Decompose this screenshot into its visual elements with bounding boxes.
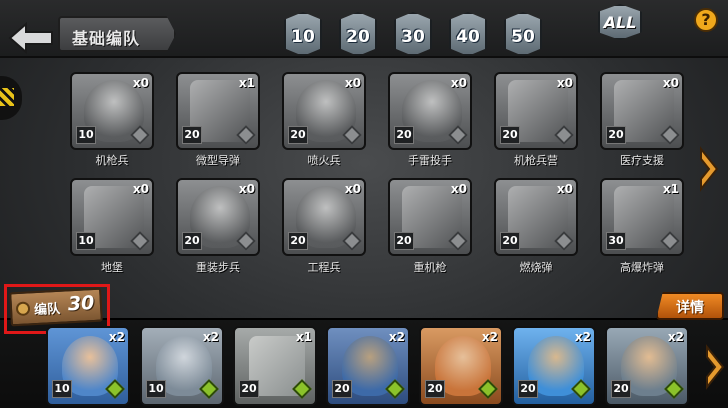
unit-name: 重装步兵 (196, 261, 240, 274)
unit-card-heavy-machinegun[interactable]: x0 20 (388, 178, 472, 256)
unit-card-medical-support[interactable]: x0 20 (600, 72, 684, 150)
next-page-button[interactable] (698, 146, 720, 192)
page-title: 基础编队 (72, 29, 141, 48)
chevron-right-icon (700, 146, 719, 192)
unit-card-grenadier[interactable]: x0 20 (388, 72, 472, 150)
detail-button[interactable]: 详情 (656, 292, 724, 320)
unit-name: 机枪兵 (95, 154, 129, 167)
level-filter-10[interactable]: 10 (284, 12, 322, 56)
level-filter-20[interactable]: 20 (339, 12, 377, 56)
chevron-right-icon (706, 344, 725, 390)
squad-member-card[interactable]: x2 10 (140, 326, 224, 406)
level-filter-40[interactable]: 40 (449, 12, 487, 56)
unit-card-machine-gunner[interactable]: x0 10 (70, 72, 154, 150)
back-button[interactable] (8, 21, 54, 55)
unit-name: 工程兵 (307, 261, 341, 274)
unit-name: 机枪兵营 (514, 154, 558, 167)
squad-next-button[interactable] (704, 344, 726, 390)
page-title-plate: 基础编队 (58, 16, 176, 52)
question-icon: ? (701, 10, 711, 29)
squad-member-card[interactable]: x2 10 (46, 326, 130, 406)
help-button[interactable]: ? (694, 8, 718, 32)
level-filter-50[interactable]: 50 (504, 12, 542, 56)
unit-card-high-explosive-bomb[interactable]: x1 30 (600, 178, 684, 256)
unit-name: 重机枪 (413, 261, 447, 274)
squad-member-card[interactable]: x2 20 (419, 326, 503, 406)
unit-name: 燃烧弹 (519, 261, 553, 274)
unit-card-heavy-infantry[interactable]: x0 20 (176, 178, 260, 256)
unit-name: 微型导弹 (196, 154, 240, 167)
unit-name: 喷火兵 (307, 154, 341, 167)
squad-member-card[interactable]: x1 20 (233, 326, 317, 406)
unit-name: 高爆炸弹 (620, 261, 664, 274)
unit-name: 地堡 (101, 261, 123, 274)
squad-member-card[interactable]: x2 20 (326, 326, 410, 406)
unit-card-incendiary-bomb[interactable]: x0 20 (494, 178, 578, 256)
level-filter-30[interactable]: 30 (394, 12, 432, 56)
unit-card-bunker[interactable]: x0 10 (70, 178, 154, 256)
back-arrow-icon (8, 21, 53, 55)
squad-member-card[interactable]: x2 20 (605, 326, 689, 406)
hazard-stripe-icon (0, 88, 14, 106)
unit-card-mg-barracks[interactable]: x0 20 (494, 72, 578, 150)
unit-card-micro-missile[interactable]: x1 20 (176, 72, 260, 150)
squad-member-card[interactable]: x2 20 (512, 326, 596, 406)
unit-card-engineer[interactable]: x0 20 (282, 178, 366, 256)
unit-name: 医疗支援 (620, 154, 664, 167)
unit-name: 手雷投手 (408, 154, 452, 167)
unit-card-flamethrower[interactable]: x0 20 (282, 72, 366, 150)
